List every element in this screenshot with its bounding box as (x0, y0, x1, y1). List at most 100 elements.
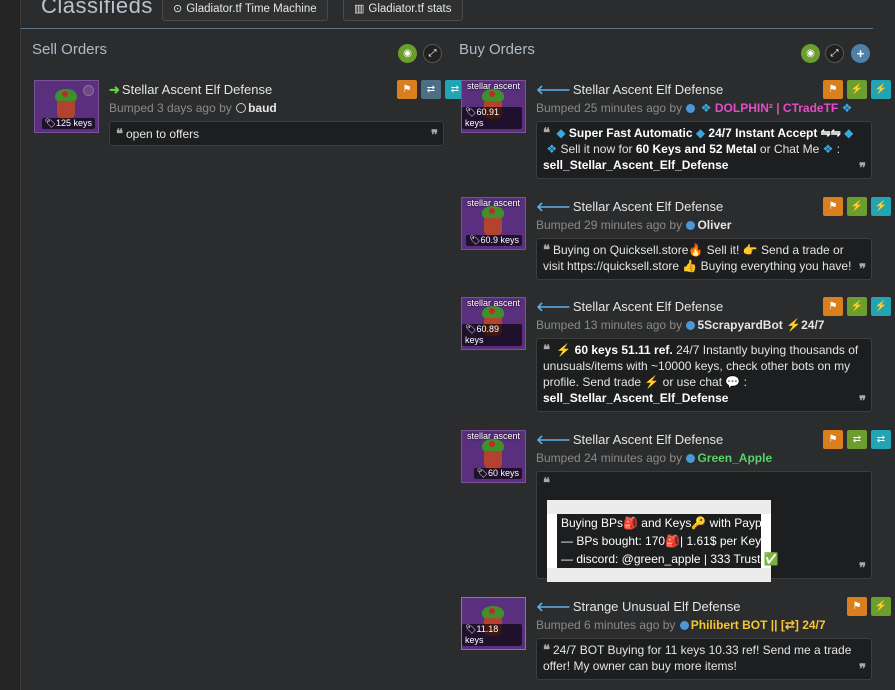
quote-close-icon: ❞ (859, 560, 866, 575)
price-tag: 🏷60.91 keys (462, 107, 522, 129)
add-listing-button[interactable]: + (851, 44, 870, 63)
item-thumbnail[interactable]: 🏷11.18 keys (461, 597, 526, 650)
item-title[interactable]: 🡐 Strange Unusual Elf Defense (536, 599, 741, 615)
buy-listing[interactable]: stellar ascent 🏷60.89 keys 🡐 Stellar Asce… (461, 297, 891, 413)
expand-icon: ⤢ (830, 48, 839, 59)
flag-button[interactable]: ⚑ (397, 80, 417, 99)
buy-listing[interactable]: 🏷11.18 keys 🡐 Strange Unusual Elf Defense… (461, 597, 891, 682)
price-tag: 🏷60.9 keys (466, 235, 522, 246)
price-tag: 🏷11.18 keys (462, 624, 522, 646)
hide-buy-toggle-button[interactable]: ◉ (801, 44, 820, 63)
user-status-icon (686, 454, 696, 463)
listing-comment: ❝ Buying on Quicksell.store🔥 Sell it! 👉 S… (536, 238, 872, 280)
user-status-icon (686, 104, 696, 113)
user-status-icon (236, 103, 247, 113)
lightning-icon: ⚡ (874, 84, 888, 95)
quote-close-icon: ❞ (859, 661, 866, 676)
offer-button[interactable]: ⇄ (871, 430, 891, 449)
instant-trade-button[interactable]: ⚡ (847, 197, 867, 216)
user-link[interactable]: Philibert BOT || [⇄] 24/7 (691, 618, 826, 632)
flag-icon: ⚑ (852, 601, 862, 612)
offer-button[interactable]: ⚡ (871, 297, 891, 316)
item-thumbnail[interactable]: stellar ascent 🏷60.89 keys (461, 297, 526, 350)
comment-note-box: Buying BPs🎒 and Keys🔑 with Paypal — BPs … (547, 500, 779, 582)
quote-open-icon: ❝ (543, 642, 550, 657)
arrow-left-icon: 🡐 (536, 82, 571, 97)
price-tag: 🏷60.89 keys (462, 324, 522, 346)
bump-info: Bumped 6 minutes ago by Philibert BOT ||… (536, 618, 826, 632)
user-link[interactable]: Green_Apple (697, 451, 772, 465)
flag-button[interactable]: ⚑ (823, 80, 843, 99)
item-thumbnail[interactable]: 🏷125 keys (34, 80, 99, 133)
item-title[interactable]: ➜ Stellar Ascent Elf Defense (109, 82, 272, 98)
item-title[interactable]: 🡐 Stellar Ascent Elf Defense (536, 82, 723, 98)
instant-trade-button[interactable]: ⚡ (871, 597, 891, 616)
trade-button[interactable]: ⇄ (421, 80, 441, 99)
offer-button[interactable]: ⚡ (871, 197, 891, 216)
item-thumbnail[interactable]: stellar ascent 🏷60 keys (461, 430, 526, 483)
sell-orders-heading: Sell Orders (32, 41, 108, 58)
flag-icon: ⚑ (828, 434, 838, 445)
quote-close-icon: ❞ (859, 160, 866, 175)
item-title[interactable]: 🡐 Stellar Ascent Elf Defense (536, 299, 723, 315)
flag-icon: ⚑ (828, 84, 838, 95)
listing-comment: ❝ Buying BPs🎒 and Keys🔑 with Paypal — BP… (536, 471, 872, 582)
page-title: Classifieds (41, 0, 153, 18)
quote-open-icon: ❝ (543, 242, 550, 257)
bump-info: Bumped 29 minutes ago by Oliver (536, 218, 732, 232)
listing-comment: ❝ ⚡ 60 keys 51.11 ref. 24/7 Instantly bu… (536, 338, 872, 412)
stats-button[interactable]: ▥ Gladiator.tf stats (343, 0, 463, 21)
swap-icon: ⇄ (876, 434, 886, 445)
user-status-icon (686, 221, 696, 230)
expand-sell-button[interactable]: ⤢ (423, 44, 442, 63)
buy-listing[interactable]: stellar ascent 🏷60 keys 🡐 Stellar Ascent … (461, 430, 891, 582)
quote-open-icon: ❝ (543, 475, 550, 490)
item-thumbnail[interactable]: stellar ascent 🏷60.91 keys (461, 80, 526, 133)
flag-icon: ⚑ (402, 84, 412, 95)
user-link[interactable]: DOLPHIN² | CTradeTF (715, 101, 838, 115)
eye-icon: ◉ (403, 48, 412, 59)
flag-button[interactable]: ⚑ (823, 430, 843, 449)
eye-icon: ◉ (806, 48, 815, 59)
bump-info: Bumped 24 minutes ago by Green_Apple (536, 451, 773, 465)
instant-trade-button[interactable]: ⚡ (847, 80, 867, 99)
item-title[interactable]: 🡐 Stellar Ascent Elf Defense (536, 432, 723, 448)
quote-open-icon: ❝ (116, 126, 123, 141)
item-thumbnail[interactable]: stellar ascent 🏷60.9 keys (461, 197, 526, 250)
sell-listing[interactable]: 🏷125 keys ➜ Stellar Ascent Elf Defense Bu… (34, 80, 465, 150)
elf-defense-hat-image (480, 206, 506, 238)
swap-icon: ⇄ (450, 84, 460, 95)
instant-trade-button[interactable]: ⚡ (847, 297, 867, 316)
flag-icon: ⚑ (828, 201, 838, 212)
price-tag: 🏷60 keys (473, 468, 522, 479)
swap-icon: ⇄ (852, 434, 862, 445)
listing-comment: ❝ 24/7 BOT Buying for 11 keys 10.33 ref! … (536, 638, 872, 680)
classifieds-header: Classifieds ⊙ Gladiator.tf Time Machine ▥… (21, 0, 873, 29)
flag-button[interactable]: ⚑ (847, 597, 867, 616)
expand-buy-button[interactable]: ⤢ (825, 44, 844, 63)
arrow-left-icon: 🡐 (536, 599, 571, 614)
buy-listing[interactable]: stellar ascent 🏷60.91 keys 🡐 Stellar Asce… (461, 80, 891, 182)
user-link[interactable]: baud (248, 101, 277, 115)
user-status-icon (679, 621, 689, 630)
user-status-icon (686, 321, 696, 330)
arrow-right-icon: ➜ (109, 82, 120, 97)
time-machine-button[interactable]: ⊙ Gladiator.tf Time Machine (162, 0, 328, 21)
buy-orders-heading: Buy Orders (459, 41, 535, 58)
trade-button[interactable]: ⇄ (847, 430, 867, 449)
flag-button[interactable]: ⚑ (823, 197, 843, 216)
lightning-icon: ⚡ (874, 201, 888, 212)
hide-sell-toggle-button[interactable]: ◉ (398, 44, 417, 63)
item-title[interactable]: 🡐 Stellar Ascent Elf Defense (536, 199, 723, 215)
bump-info: Bumped 13 minutes ago by 5ScrapyardBot ⚡… (536, 318, 825, 332)
offer-button[interactable]: ⚡ (871, 80, 891, 99)
clock-icon: ⊙ (173, 3, 183, 15)
flag-button[interactable]: ⚑ (823, 297, 843, 316)
buy-listing[interactable]: stellar ascent 🏷60.9 keys 🡐 Stellar Ascen… (461, 197, 891, 282)
elf-defense-hat-image (53, 89, 79, 121)
user-link[interactable]: 5ScrapyardBot (697, 318, 782, 332)
listing-comment: ❝ ◆ Super Fast Automatic ◆ 24/7 Instant … (536, 121, 872, 179)
user-link[interactable]: Oliver (697, 218, 731, 232)
expand-icon: ⤢ (428, 48, 437, 59)
flag-icon: ⚑ (828, 301, 838, 312)
